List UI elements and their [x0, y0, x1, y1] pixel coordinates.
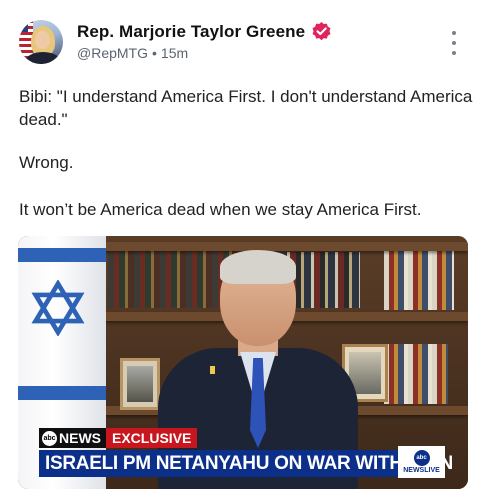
handle[interactable]: @RepMTG [77, 45, 148, 61]
display-name[interactable]: Rep. Marjorie Taylor Greene [77, 22, 305, 42]
newslive-label: NEWSLIVE [403, 467, 440, 474]
chyron-brand: abc NEWS [39, 428, 106, 448]
more-dot [452, 51, 456, 55]
timestamp[interactable]: 15m [161, 45, 188, 61]
flag-stripe [18, 248, 106, 262]
more-dot [452, 41, 456, 45]
chyron-exclusive-tag: EXCLUSIVE [106, 428, 198, 448]
books [384, 250, 454, 310]
chyron-headline: ISRAELI PM NETANYAHU ON WAR WITH IRAN [39, 450, 453, 477]
more-dot [452, 31, 456, 35]
flag-stripe [18, 386, 106, 400]
chyron-brand-bar: abc NEWS EXCLUSIVE [39, 428, 198, 448]
chyron-brand-label: NEWS [59, 430, 101, 446]
meta-separator: • [152, 45, 157, 61]
post-text-line: Wrong. [19, 153, 74, 172]
verified-badge-icon [311, 21, 332, 42]
star-of-david-icon [31, 280, 85, 336]
photo-frame [120, 358, 160, 410]
abc-logo-icon: abc [42, 430, 57, 446]
abc-logo-icon: abc [413, 450, 430, 466]
avatar-flag-canton [19, 20, 28, 32]
more-options-icon[interactable] [446, 31, 462, 55]
newslive-logo: abc NEWSLIVE [398, 446, 445, 478]
avatar[interactable] [19, 20, 63, 64]
post-text-line: Bibi: "I understand America First. I don… [19, 87, 473, 129]
video-thumbnail[interactable]: abc NEWS EXCLUSIVE ISRAELI PM NETANYAHU … [18, 236, 468, 489]
avatar-face [35, 31, 50, 49]
post-meta: @RepMTG • 15m [77, 45, 188, 61]
avatar-body [25, 52, 61, 64]
books [384, 344, 448, 404]
post-card[interactable]: Rep. Marjorie Taylor Greene @RepMTG • 15m … [0, 0, 486, 500]
post-text-line: It won’t be America dead when we stay Am… [19, 200, 422, 219]
author-row: Rep. Marjorie Taylor Greene [77, 21, 332, 42]
